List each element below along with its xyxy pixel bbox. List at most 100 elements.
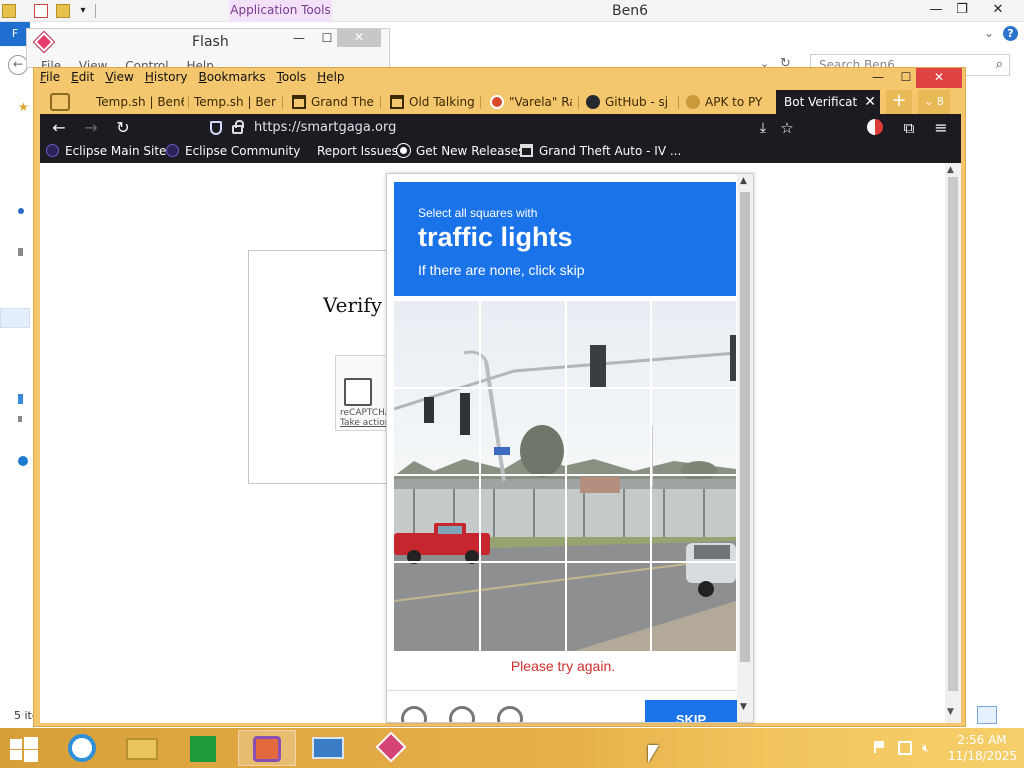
tab-apk-to-py[interactable]: APK to PY: [686, 90, 774, 114]
challenge-scrollbar[interactable]: ▲ ▼: [737, 174, 753, 722]
menu-history[interactable]: History: [145, 70, 188, 84]
captcha-tile[interactable]: [652, 563, 736, 651]
scroll-up-icon[interactable]: ▲: [740, 176, 747, 186]
homegroup-icon[interactable]: [18, 416, 22, 422]
captcha-tile[interactable]: [567, 301, 650, 387]
tab-overview-icon[interactable]: [50, 93, 70, 111]
network-icon[interactable]: [18, 456, 28, 466]
close-button[interactable]: ✕: [982, 0, 1014, 22]
properties-icon[interactable]: [34, 4, 48, 18]
menu-bookmarks[interactable]: Bookmarks: [199, 70, 266, 84]
maximize-button[interactable]: ❐: [946, 0, 978, 22]
chevron-down-icon[interactable]: ⌄: [984, 26, 994, 40]
internet-explorer-icon[interactable]: [54, 730, 112, 766]
menu-tools[interactable]: Tools: [277, 70, 307, 84]
captcha-tile[interactable]: [481, 389, 565, 474]
search-icon[interactable]: ⌕: [996, 55, 1003, 75]
tab-bot-verification[interactable]: Bot Verificat ✕: [776, 90, 880, 114]
tracking-shield-icon[interactable]: [210, 121, 222, 135]
flash-window[interactable]: Flash — ☐ ✕ File View Control Help: [26, 28, 390, 73]
recaptcha-checkbox[interactable]: [344, 378, 372, 406]
captcha-tile[interactable]: [394, 563, 479, 651]
captcha-tile[interactable]: [567, 563, 650, 651]
scroll-down-icon[interactable]: ▼: [740, 702, 747, 712]
menu-file[interactable]: File: [40, 70, 60, 84]
tab-tempsh-1[interactable]: Temp.sh | Ben6: [96, 90, 184, 114]
tab-grand-theft[interactable]: Grand The: [292, 90, 376, 114]
scrollbar-thumb[interactable]: [948, 177, 958, 691]
chevron-down-icon[interactable]: ▾: [76, 4, 90, 18]
details-view-icon[interactable]: [977, 706, 997, 724]
info-icon[interactable]: [497, 706, 523, 722]
bookmark-get-new-releases[interactable]: Get New Releases: [397, 144, 524, 158]
scrollbar-thumb[interactable]: [740, 192, 750, 662]
back-icon[interactable]: ←: [48, 118, 70, 138]
folder-icon[interactable]: [2, 4, 16, 18]
favorites-star-icon[interactable]: ★: [18, 101, 30, 113]
firefox-icon[interactable]: [238, 730, 296, 766]
tab-varela[interactable]: "Varela" Ra: [490, 90, 572, 114]
scroll-up-icon[interactable]: ▲: [947, 165, 954, 175]
action-center-flag-icon[interactable]: [874, 741, 884, 753]
library-icon[interactable]: [18, 394, 23, 404]
recaptcha-take-action-link[interactable]: Take action: [340, 418, 391, 428]
extensions-puzzle-icon[interactable]: ⧉: [898, 118, 920, 138]
bookmark-eclipse-community[interactable]: Eclipse Community: [166, 144, 300, 158]
url-bar[interactable]: https://smartgaga.org: [200, 116, 800, 140]
captcha-tile[interactable]: [652, 476, 736, 561]
file-explorer-icon[interactable]: [114, 730, 172, 766]
close-button[interactable]: ✕: [916, 68, 962, 88]
audio-challenge-icon[interactable]: [449, 706, 475, 722]
scroll-down-icon[interactable]: ▼: [947, 707, 954, 717]
back-icon[interactable]: ←: [8, 55, 28, 75]
minimize-button[interactable]: —: [285, 29, 313, 49]
reload-icon[interactable]: ↻: [112, 118, 134, 138]
flash-icon[interactable]: [362, 730, 420, 766]
tab-tempsh-2[interactable]: Temp.sh | Ben6: [194, 90, 276, 114]
captcha-tile[interactable]: [652, 389, 736, 474]
captcha-tile[interactable]: [481, 476, 565, 561]
tab-old-talking[interactable]: Old Talking: [390, 90, 476, 114]
reload-challenge-icon[interactable]: [401, 706, 427, 722]
desktop-icon[interactable]: [18, 208, 24, 214]
extension-mask-icon[interactable]: [864, 118, 886, 138]
clock-date[interactable]: 11/18/2025: [948, 749, 1017, 763]
list-all-tabs-button[interactable]: ⌄ 8: [918, 90, 950, 114]
captcha-tile[interactable]: [394, 389, 479, 474]
minimize-button[interactable]: —: [864, 68, 892, 88]
url-text[interactable]: https://smartgaga.org: [254, 120, 396, 135]
windows-start-icon[interactable]: [10, 737, 38, 762]
photos-icon[interactable]: [300, 730, 358, 766]
captcha-tile[interactable]: [567, 389, 650, 474]
new-tab-button[interactable]: +: [886, 90, 912, 114]
skip-button[interactable]: SKIP: [645, 700, 737, 722]
captcha-tile[interactable]: [481, 301, 565, 387]
captcha-tile[interactable]: [394, 301, 479, 387]
volume-muted-icon[interactable]: 🔇︎: [922, 741, 936, 755]
hamburger-menu-icon[interactable]: ≡: [930, 118, 952, 138]
close-tab-icon[interactable]: ✕: [864, 90, 876, 114]
forward-icon[interactable]: →: [80, 118, 102, 138]
large-icons-view-icon[interactable]: [999, 706, 1019, 724]
new-folder-icon[interactable]: [56, 4, 70, 18]
captcha-tile[interactable]: [567, 476, 650, 561]
download-to-page-icon[interactable]: ⤓: [752, 118, 774, 138]
menu-view[interactable]: View: [105, 70, 133, 84]
bookmark-star-icon[interactable]: ☆: [776, 118, 798, 138]
bookmark-eclipse-main[interactable]: Eclipse Main Site: [46, 144, 166, 158]
network-icon[interactable]: [898, 741, 912, 755]
application-tools-tab[interactable]: Application Tools: [229, 0, 332, 22]
captcha-tile[interactable]: [394, 476, 479, 561]
captcha-tile[interactable]: [481, 563, 565, 651]
help-icon[interactable]: ?: [1003, 26, 1018, 41]
lock-icon[interactable]: [232, 120, 244, 134]
menu-help[interactable]: Help: [317, 70, 344, 84]
bookmark-report-issues[interactable]: Report Issues: [317, 144, 398, 158]
bookmark-gta-iv[interactable]: Grand Theft Auto - IV ...: [520, 144, 681, 158]
menu-edit[interactable]: Edit: [71, 70, 94, 84]
store-icon[interactable]: [176, 730, 234, 766]
page-scrollbar[interactable]: ▲ ▼: [945, 163, 961, 723]
tab-github[interactable]: GitHub - sj: [586, 90, 674, 114]
clock-time[interactable]: 2:56 AM: [952, 733, 1012, 747]
close-button[interactable]: ✕: [337, 29, 381, 47]
